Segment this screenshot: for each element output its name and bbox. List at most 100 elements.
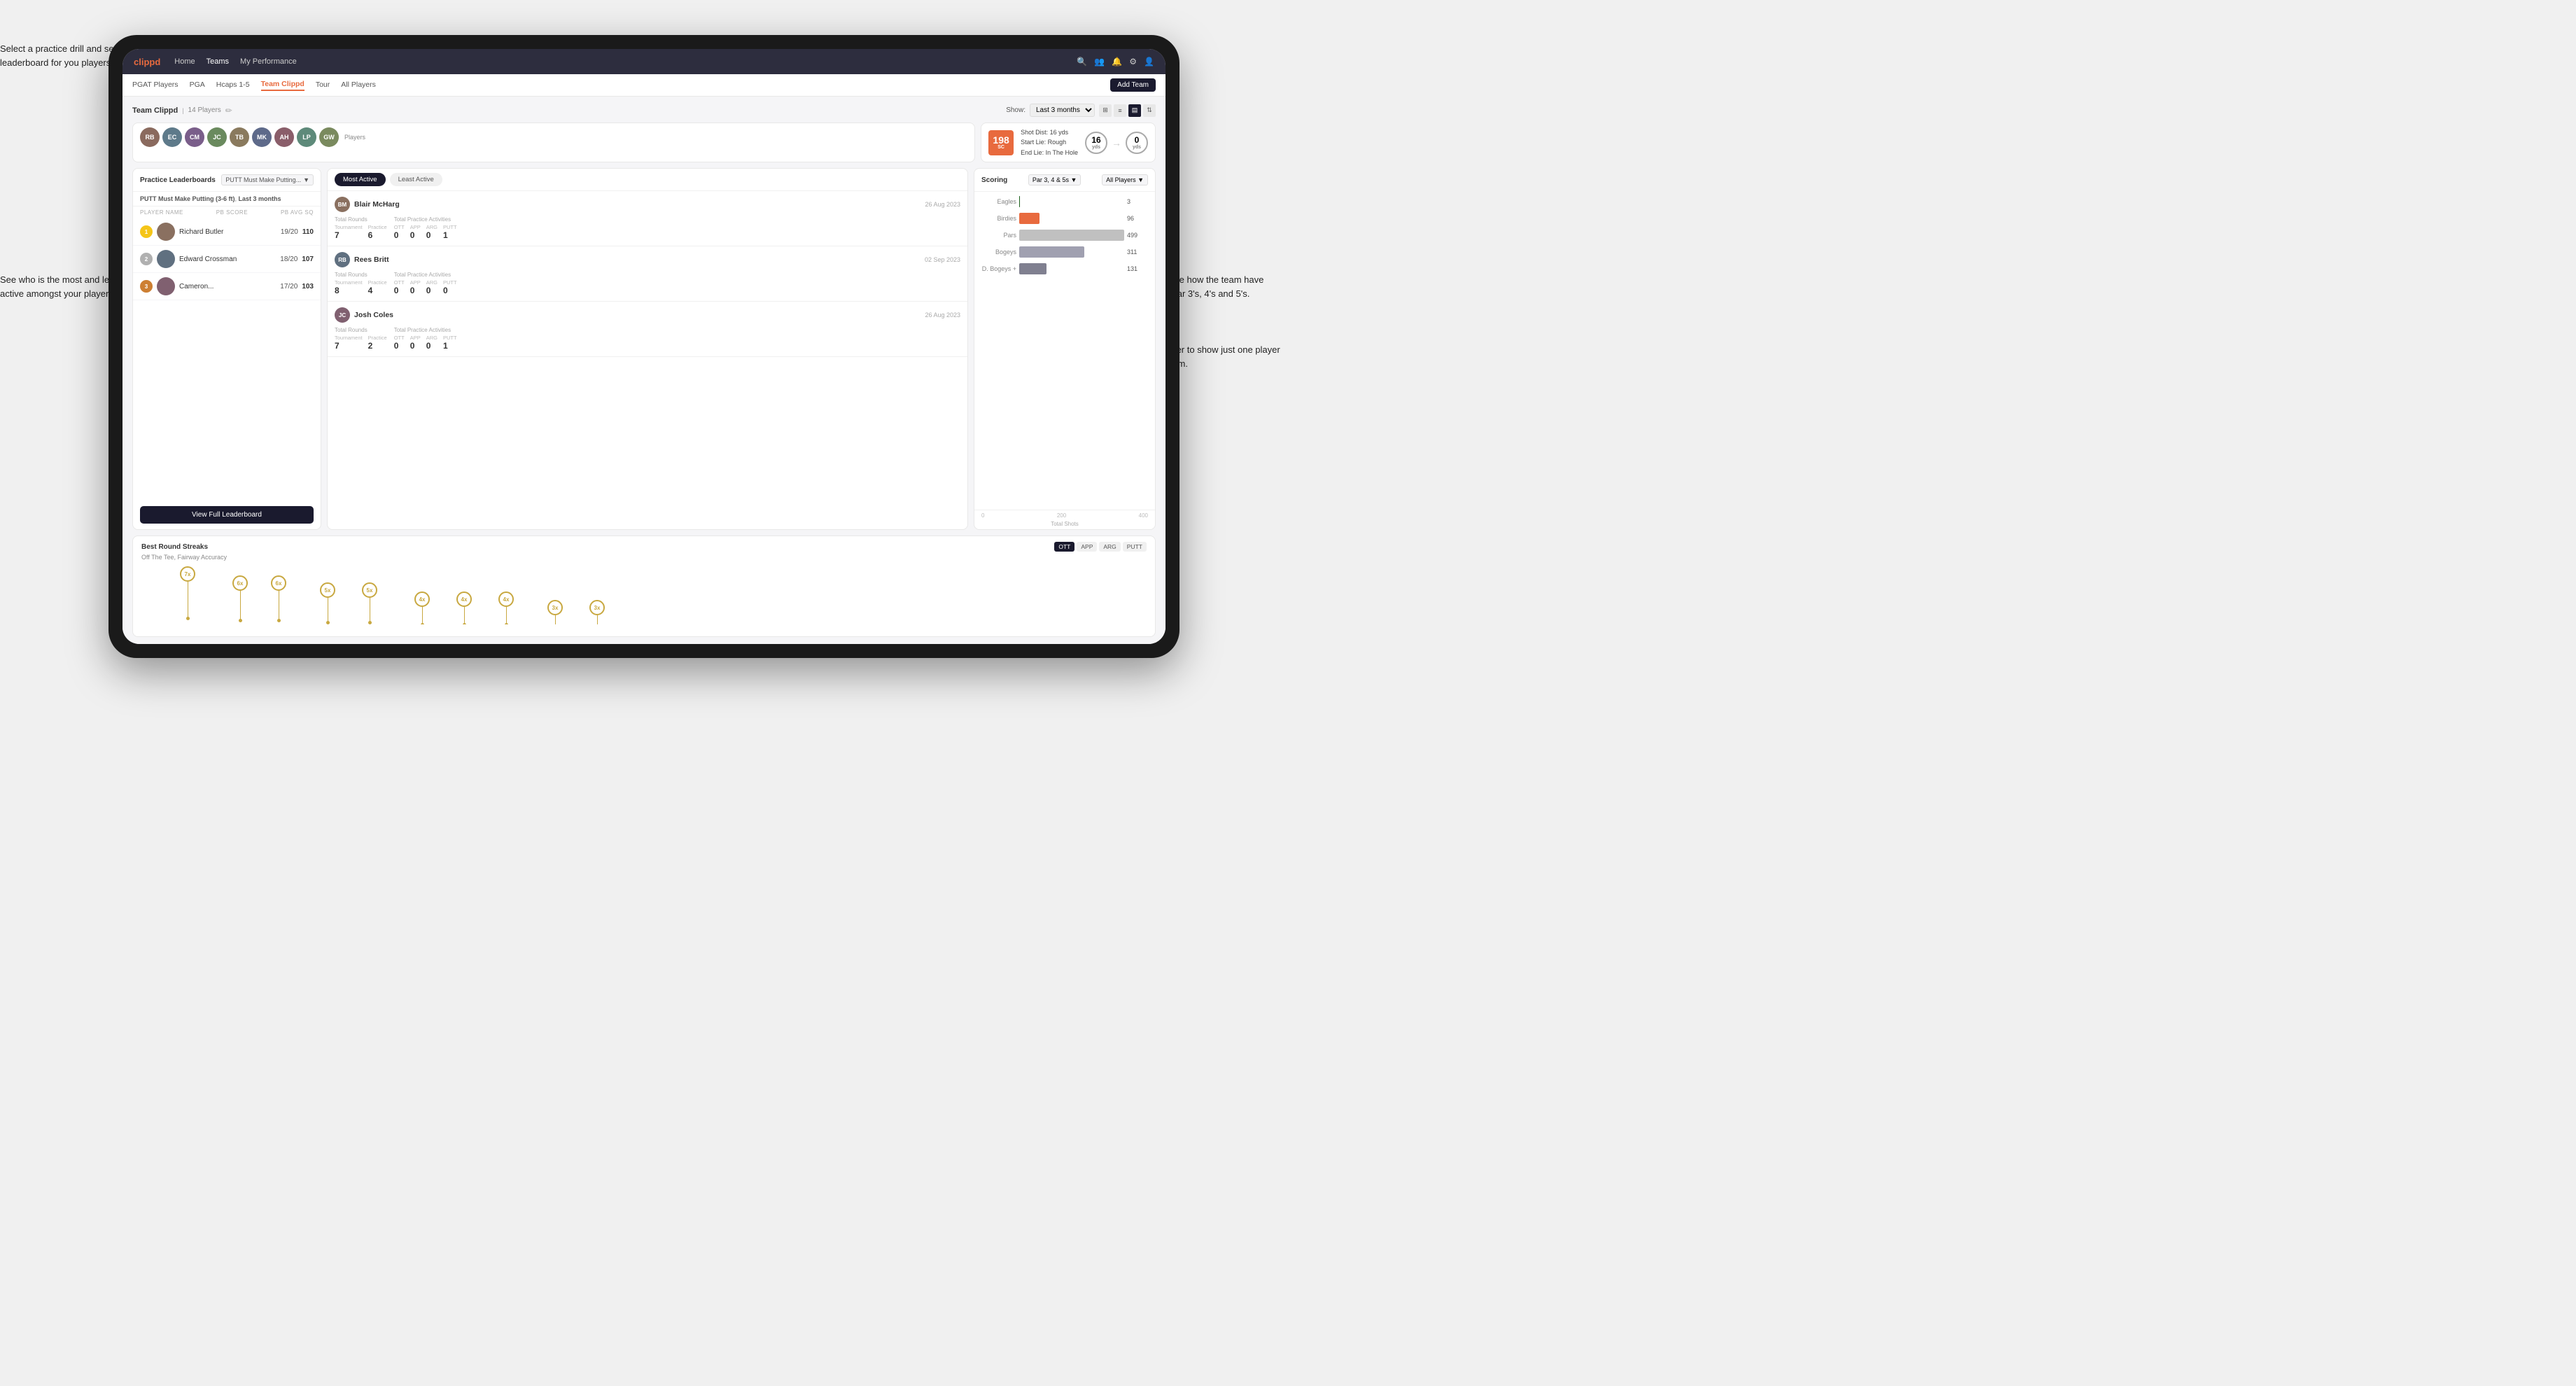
streak-bubble-7: 4x [498,592,514,607]
leaderboard-dropdown[interactable]: PUTT Must Make Putting... ▼ [221,174,314,186]
top-nav: clippd Home Teams My Performance 🔍 👥 🔔 ⚙… [122,49,1166,74]
team-name: Team Clippd [132,106,178,115]
player-avatar-7[interactable]: AH [274,127,294,147]
streaks-panel: Best Round Streaks OTT APP ARG PUTT Off … [132,536,1156,637]
player-avatar-5[interactable]: TB [230,127,249,147]
activity-avatar-3: JC [335,307,350,323]
scoring-player-filter[interactable]: All Players ▼ [1102,174,1148,186]
show-dropdown[interactable]: Last 3 months [1030,104,1095,117]
scoring-bars: Eagles 3 Birdies 96 [974,192,1155,510]
streak-line-9 [597,615,598,624]
streak-bubble-3: 5x [320,582,335,598]
scoring-par-filter[interactable]: Par 3, 4 & 5s ▼ [1028,174,1081,186]
streak-dot-7 [505,623,508,624]
total-rounds-group-3: Total Rounds Tournament 7 Practice [335,327,387,351]
player-avatar-8[interactable]: LP [297,127,316,147]
col-score: PB SCORE [216,209,248,216]
settings-icon[interactable]: ⚙ [1129,57,1137,66]
streak-dot-0 [186,617,190,620]
subnav-hcaps[interactable]: Hcaps 1-5 [216,80,250,90]
show-filter: Show: Last 3 months ⊞ ≡ ▤ ⇅ [1006,104,1156,117]
subnav-all-players[interactable]: All Players [341,80,376,90]
streaks-tab-putt[interactable]: PUTT [1123,542,1147,552]
player-avatar-3[interactable]: CM [185,127,204,147]
shot-start-lie: Start Lie: Rough [1021,137,1078,147]
bar-fill-eagles [1019,196,1020,207]
streaks-tab-ott[interactable]: OTT [1054,542,1074,552]
bar-val-pars: 499 [1127,232,1148,239]
panels-row: Practice Leaderboards PUTT Must Make Put… [132,168,1156,530]
panel-leaderboard-title: Practice Leaderboards [140,176,216,184]
view-full-leaderboard-button[interactable]: View Full Leaderboard [140,506,314,524]
rank-badge-1: 1 [140,225,153,238]
leaderboard-item-2[interactable]: 2 Edward Crossman 18/20 107 [133,246,321,273]
activity-player-2: RB Rees Britt [335,252,389,267]
nav-home[interactable]: Home [174,57,195,66]
people-icon[interactable]: 👥 [1094,57,1105,66]
bar-label-birdies: Birdies [981,215,1016,222]
bar-val-bogeys: 311 [1127,248,1148,255]
tablet-screen: clippd Home Teams My Performance 🔍 👥 🔔 ⚙… [122,49,1166,644]
subnav-pgat[interactable]: PGAT Players [132,80,178,90]
activity-name-3: Josh Coles [354,311,393,319]
player-avatar-1[interactable]: RB [140,127,160,147]
sort-icon[interactable]: ⇅ [1143,104,1156,117]
total-practice-group-2: Total Practice Activities OTT 0 APP [394,272,457,295]
bar-fill-bogeys [1019,246,1084,258]
subnav-tour[interactable]: Tour [316,80,330,90]
player-avatar-4[interactable]: JC [207,127,227,147]
bar-label-bogeys: Bogeys [981,248,1016,255]
edit-team-icon[interactable]: ✏ [225,106,232,115]
profile-icon[interactable]: 👤 [1144,57,1154,66]
total-rounds-group-2: Total Rounds Tournament 8 Practice [335,272,387,295]
bell-icon[interactable]: 🔔 [1112,57,1122,66]
bar-dbogeys: D. Bogeys + 131 [981,263,1148,274]
scoring-footer: Total Shots [974,519,1155,529]
top-area: RB EC CM JC TB MK AH LP GW Players 198 [132,122,1156,162]
sub-nav: PGAT Players PGA Hcaps 1-5 Team Clippd T… [122,74,1166,97]
streaks-tab-app[interactable]: APP [1077,542,1097,552]
streak-point-1: 6x [232,575,248,622]
streak-bubble-0: 7x [180,566,195,582]
streak-dot-2 [277,619,281,622]
total-practice-label-1: Total Practice Activities [394,216,457,223]
tab-most-active[interactable]: Most Active [335,173,386,186]
lb-avatar-2 [157,250,175,268]
streak-point-0: 7x [180,566,195,620]
streak-bubble-9: 3x [589,600,605,615]
nav-teams[interactable]: Teams [206,57,229,66]
streak-bubble-4: 5x [362,582,377,598]
streak-point-2: 6x [271,575,286,622]
activity-date-1: 26 Aug 2023 [925,201,960,208]
col-avg: PB AVG SQ [281,209,314,216]
player-avatar-2[interactable]: EC [162,127,182,147]
leaderboard-item-3[interactable]: 3 Cameron... 17/20 103 [133,273,321,300]
add-team-button[interactable]: Add Team [1110,78,1156,92]
streak-bubble-2: 6x [271,575,286,591]
streak-point-5: 4x [414,592,430,624]
streaks-tabs: OTT APP ARG PUTT [1054,542,1147,552]
list-view-icon[interactable]: ≡ [1114,104,1126,117]
bar-val-eagles: 3 [1127,198,1148,205]
leaderboard-item-1[interactable]: 1 Richard Butler 19/20 110 [133,218,321,246]
card-view-icon[interactable]: ▤ [1128,104,1141,117]
streak-point-6: 4x [456,592,472,624]
panel-leaderboard-header: Practice Leaderboards PUTT Must Make Put… [133,169,321,192]
grid-view-icon[interactable]: ⊞ [1099,104,1112,117]
subnav-team-clippd[interactable]: Team Clippd [261,80,304,91]
lb-avg-1: 110 [302,228,314,236]
activity-item-1-header: BM Blair McHarg 26 Aug 2023 [335,197,960,212]
activity-item-2: RB Rees Britt 02 Sep 2023 Total Rounds [328,246,967,302]
streaks-chart: 7x6x6x5x5x4x4x4x3x3x [141,565,1147,624]
shot-circle-1: 16 yds [1085,132,1107,154]
bar-pars: Pars 499 [981,230,1148,241]
logo: clippd [134,57,160,67]
player-avatar-6[interactable]: MK [252,127,272,147]
streak-bubble-6: 4x [456,592,472,607]
streaks-tab-arg[interactable]: ARG [1099,542,1120,552]
player-avatar-9[interactable]: GW [319,127,339,147]
subnav-pga[interactable]: PGA [190,80,205,90]
search-icon[interactable]: 🔍 [1077,57,1087,66]
tab-least-active[interactable]: Least Active [390,173,442,186]
nav-my-performance[interactable]: My Performance [240,57,297,66]
